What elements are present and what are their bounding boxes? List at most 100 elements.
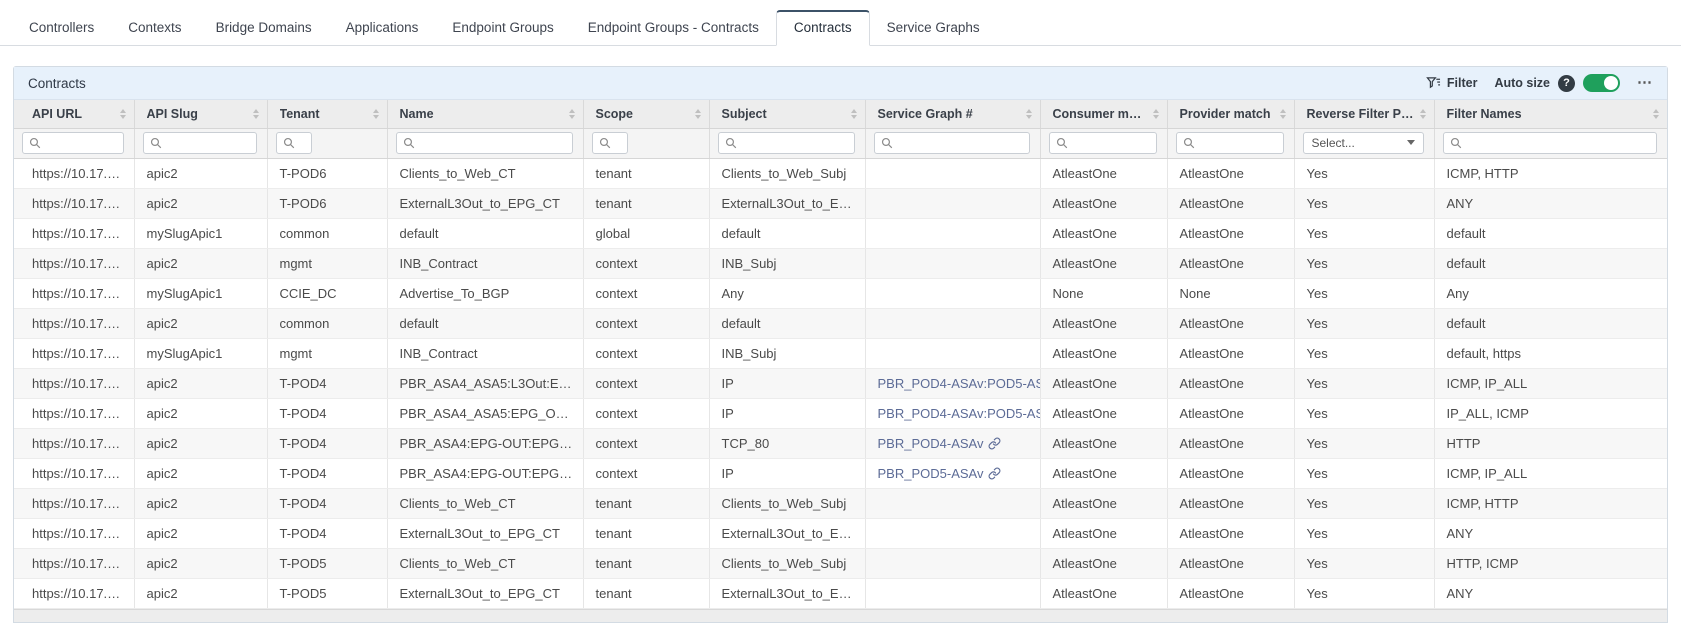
filter-input-filter_names[interactable]: [1466, 134, 1653, 152]
service-graph-link[interactable]: PBR_POD4-ASAv: [878, 436, 1002, 451]
column-label: Name: [400, 107, 434, 121]
tab-endpoint-groups[interactable]: Endpoint Groups: [435, 11, 570, 45]
filter-input-consumer_match[interactable]: [1072, 134, 1152, 152]
cell-api_url: https://10.17.87.62: [14, 158, 134, 188]
cell-consumer_match: AtleastOne: [1040, 548, 1167, 578]
cell-provider_match: AtleastOne: [1167, 488, 1294, 518]
cell-filter_names: ICMP, HTTP: [1434, 158, 1667, 188]
cell-api_url: https://10.17.87.62: [14, 488, 134, 518]
table-row: https://10.17.87.62apic2T-POD6ExternalL3…: [14, 188, 1667, 218]
tab-contracts[interactable]: Contracts: [776, 10, 870, 46]
column-header-provider_match[interactable]: Provider match: [1167, 100, 1294, 128]
column-header-api_url[interactable]: API URL: [14, 100, 134, 128]
cell-api_url: https://10.17.87.60: [14, 278, 134, 308]
cell-reverse_filter_ports: Yes: [1294, 158, 1434, 188]
table-row: https://10.17.87.62apic2T-POD6Clients_to…: [14, 158, 1667, 188]
filter-row: Select...: [14, 128, 1667, 158]
search-icon: [1450, 137, 1462, 149]
cell-api_slug: apic2: [134, 428, 267, 458]
cell-service_graph: [865, 218, 1040, 248]
filter-button[interactable]: Filter: [1426, 76, 1478, 90]
cell-provider_match: AtleastOne: [1167, 308, 1294, 338]
cell-filter_names: ANY: [1434, 578, 1667, 608]
service-graph-text: PBR_POD4-ASAv:POD5-ASAv: [878, 376, 1041, 391]
column-header-service_graph[interactable]: Service Graph #: [865, 100, 1040, 128]
cell-api_slug: apic2: [134, 368, 267, 398]
service-graph-text: PBR_POD4-ASAv: [878, 436, 984, 451]
filter-input-api_slug[interactable]: [166, 134, 252, 152]
service-graph-link[interactable]: PBR_POD4-ASAv:POD5-ASAv: [878, 406, 1041, 421]
filter-input-subject[interactable]: [741, 134, 850, 152]
column-header-filter_names[interactable]: Filter Names: [1434, 100, 1667, 128]
column-header-api_slug[interactable]: API Slug: [134, 100, 267, 128]
cell-scope: tenant: [583, 548, 709, 578]
tab-bridge-domains[interactable]: Bridge Domains: [199, 11, 329, 45]
cell-service_graph: [865, 308, 1040, 338]
cell-tenant: common: [267, 308, 387, 338]
cell-scope: tenant: [583, 518, 709, 548]
column-header-reverse_filter_ports[interactable]: Reverse Filter Ports: [1294, 100, 1434, 128]
cell-subject: IP: [709, 458, 865, 488]
tab-service-graphs[interactable]: Service Graphs: [870, 11, 997, 45]
filter-cell-service_graph: [865, 128, 1040, 158]
column-label: Scope: [596, 107, 634, 121]
sort-icon: [1420, 109, 1426, 119]
filter-input-provider_match[interactable]: [1199, 134, 1279, 152]
cell-service_graph: [865, 488, 1040, 518]
cell-provider_match: AtleastOne: [1167, 578, 1294, 608]
filter-cell-name: [387, 128, 583, 158]
table-row: https://10.17.87.62apic2mgmtINB_Contract…: [14, 248, 1667, 278]
cell-filter_names: default: [1434, 308, 1667, 338]
cell-scope: context: [583, 398, 709, 428]
service-graph-link[interactable]: PBR_POD5-ASAv: [878, 466, 1002, 481]
cell-reverse_filter_ports: Yes: [1294, 578, 1434, 608]
autosize-toggle[interactable]: [1583, 74, 1620, 92]
search-icon: [150, 137, 162, 149]
cell-filter_names: ICMP, HTTP: [1434, 488, 1667, 518]
column-header-scope[interactable]: Scope: [583, 100, 709, 128]
cell-name: default: [387, 308, 583, 338]
column-header-consumer_match[interactable]: Consumer match: [1040, 100, 1167, 128]
column-header-tenant[interactable]: Tenant: [267, 100, 387, 128]
table-row: https://10.17.87.62apic2T-POD4PBR_ASA4:E…: [14, 428, 1667, 458]
search-icon: [725, 137, 737, 149]
table-scrollbar-track[interactable]: [14, 609, 1667, 622]
cell-api_slug: apic2: [134, 308, 267, 338]
more-options-button[interactable]: ⋯: [1637, 78, 1653, 88]
tab-endpoint-groups-contracts[interactable]: Endpoint Groups - Contracts: [571, 11, 776, 45]
table-row: https://10.17.87.62apic2T-POD4PBR_ASA4_A…: [14, 368, 1667, 398]
cell-reverse_filter_ports: Yes: [1294, 428, 1434, 458]
link-icon: [988, 467, 1001, 480]
cell-api_url: https://10.17.87.62: [14, 458, 134, 488]
cell-filter_names: ANY: [1434, 188, 1667, 218]
tab-bar: ControllersContextsBridge DomainsApplica…: [0, 0, 1681, 46]
link-icon: [988, 437, 1001, 450]
column-header-subject[interactable]: Subject: [709, 100, 865, 128]
filter-input-name[interactable]: [419, 134, 568, 152]
service-graph-link[interactable]: PBR_POD4-ASAv:POD5-ASAv: [878, 376, 1041, 391]
column-header-name[interactable]: Name: [387, 100, 583, 128]
contracts-table: API URLAPI SlugTenant Name Scope SubjectSer…: [14, 100, 1667, 609]
help-icon[interactable]: ?: [1558, 75, 1575, 92]
cell-service_graph: [865, 278, 1040, 308]
cell-api_url: https://10.17.87.62: [14, 398, 134, 428]
cell-reverse_filter_ports: Yes: [1294, 188, 1434, 218]
cell-tenant: T-POD4: [267, 398, 387, 428]
filter-select-reverse_filter_ports[interactable]: Select...: [1303, 132, 1424, 154]
cell-name: PBR_ASA4_ASA5:EPG_OUT:EPG:INT: [387, 398, 583, 428]
cell-api_url: https://10.17.87.62: [14, 308, 134, 338]
sort-icon: [1653, 109, 1659, 119]
filter-input-service_graph[interactable]: [897, 134, 1025, 152]
sort-icon: [1153, 109, 1159, 119]
tab-controllers[interactable]: Controllers: [12, 11, 111, 45]
cell-tenant: common: [267, 218, 387, 248]
tab-applications[interactable]: Applications: [329, 11, 436, 45]
tab-contexts[interactable]: Contexts: [111, 11, 198, 45]
cell-tenant: CCIE_DC: [267, 278, 387, 308]
cell-service_graph: [865, 518, 1040, 548]
cell-scope: context: [583, 368, 709, 398]
table-row: https://10.17.87.62apic2T-POD4ExternalL3…: [14, 518, 1667, 548]
filter-input-api_url[interactable]: [45, 134, 119, 152]
cell-provider_match: AtleastOne: [1167, 158, 1294, 188]
cell-scope: global: [583, 218, 709, 248]
